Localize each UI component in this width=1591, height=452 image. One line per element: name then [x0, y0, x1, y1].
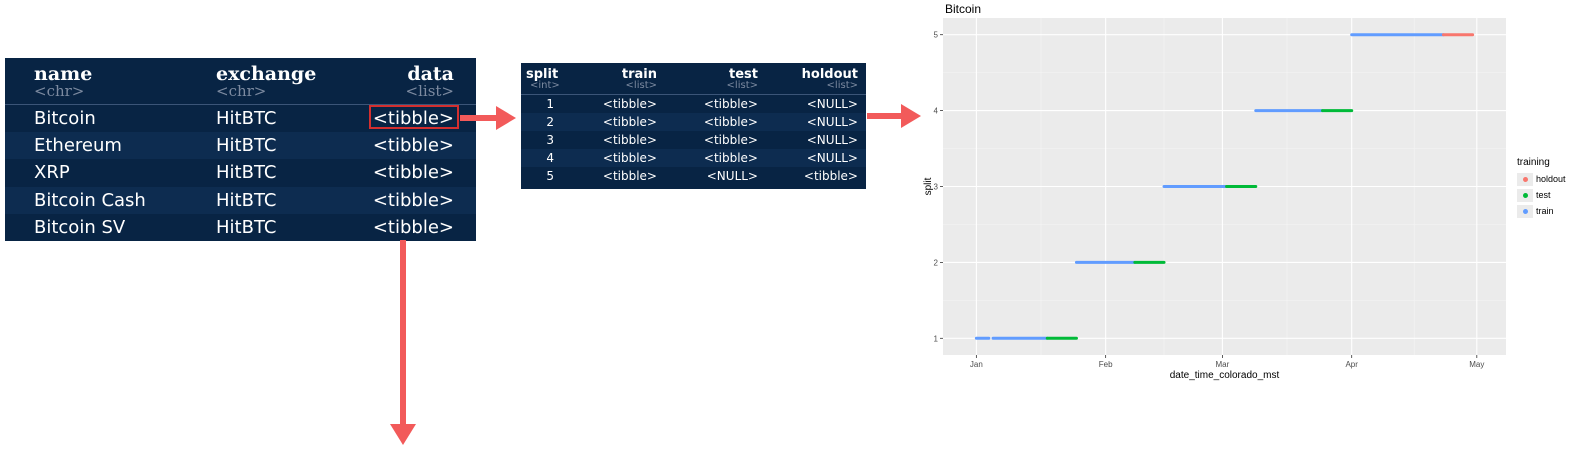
y-tick-label: 2	[934, 258, 939, 267]
table-row: 4 <tibble> <tibble> <NULL>	[521, 149, 866, 167]
col-type-exchange: <chr>	[216, 82, 267, 100]
y-tick-label: 1	[934, 334, 939, 343]
cell-test: <tibble>	[703, 115, 758, 129]
cell-train: <tibble>	[602, 133, 657, 147]
legend-key-test	[1517, 189, 1533, 202]
col-type-train: <list>	[625, 80, 657, 91]
cell-name: Bitcoin SV	[34, 217, 126, 238]
legend-swatch-train	[1523, 209, 1528, 214]
legend-swatch-holdout	[1523, 177, 1528, 182]
cell-train: <tibble>	[602, 151, 657, 165]
cell-holdout: <NULL>	[806, 151, 858, 165]
splits-table: split <int> train <list> test <list> hol…	[521, 63, 866, 189]
table-row: 2 <tibble> <tibble> <NULL>	[521, 113, 866, 131]
cell-data: <tibble>	[372, 190, 454, 211]
legend-label-test: test	[1536, 190, 1551, 200]
cell-split: 3	[546, 133, 554, 147]
cell-exchange: HitBTC	[216, 162, 277, 183]
x-tick-label: Jan	[970, 360, 983, 369]
cell-test: <tibble>	[703, 133, 758, 147]
y-tick-label: 3	[934, 183, 939, 192]
cell-split: 2	[546, 115, 554, 129]
highlight-box	[369, 105, 459, 129]
cell-test: <NULL>	[706, 169, 758, 183]
x-axis-label: date_time_colorado_mst	[1170, 370, 1280, 381]
table-row: 1 <tibble> <tibble> <NULL>	[521, 95, 866, 113]
col-type-name: <chr>	[34, 82, 85, 100]
legend-key-train	[1517, 205, 1533, 218]
y-tick-label: 5	[934, 31, 939, 40]
cell-data: <tibble>	[372, 217, 454, 238]
table-row: 3 <tibble> <tibble> <NULL>	[521, 131, 866, 149]
cell-split: 1	[546, 97, 554, 111]
col-type-test: <list>	[726, 80, 758, 91]
legend-swatch-test	[1523, 193, 1528, 198]
y-tick-label: 4	[934, 107, 939, 116]
cell-exchange: HitBTC	[216, 108, 277, 129]
cell-name: Bitcoin Cash	[34, 190, 146, 211]
cell-holdout: <NULL>	[806, 115, 858, 129]
cell-exchange: HitBTC	[216, 135, 277, 156]
legend-key-holdout	[1517, 173, 1533, 186]
legend-label-train: train	[1536, 206, 1554, 216]
cell-name: Bitcoin	[34, 108, 96, 129]
arrow-down-icon	[390, 240, 416, 445]
table-row: Bitcoin SV HitBTC <tibble>	[5, 214, 476, 241]
cell-train: <tibble>	[602, 169, 657, 183]
legend-title: training	[1517, 157, 1550, 168]
arrow-right-icon	[460, 106, 516, 130]
cell-split: 5	[546, 169, 554, 183]
x-tick-label: Mar	[1216, 360, 1230, 369]
cell-data: <tibble>	[372, 135, 454, 156]
table-row: Ethereum HitBTC <tibble>	[5, 132, 476, 159]
cell-name: Ethereum	[34, 135, 122, 156]
x-tick-label: Feb	[1099, 360, 1113, 369]
cell-holdout: <NULL>	[806, 97, 858, 111]
cell-holdout: <NULL>	[806, 133, 858, 147]
cell-train: <tibble>	[602, 97, 657, 111]
cell-train: <tibble>	[602, 115, 657, 129]
table-row: 5 <tibble> <NULL> <tibble>	[521, 167, 866, 185]
table-row: XRP HitBTC <tibble>	[5, 159, 476, 186]
col-type-split: <int>	[530, 80, 560, 91]
col-type-data: <list>	[405, 82, 454, 100]
split-timeline-chart: Jan Feb Mar Apr May 1 2 3 4 5 date_time_colorado_m…	[923, 18, 1506, 381]
legend-label-holdout: holdout	[1536, 174, 1566, 184]
y-axis-label: split	[923, 177, 934, 195]
cell-test: <tibble>	[703, 97, 758, 111]
x-tick-label: May	[1469, 360, 1484, 369]
cell-holdout: <tibble>	[803, 169, 858, 183]
table-row: Bitcoin Cash HitBTC <tibble>	[5, 187, 476, 214]
cell-exchange: HitBTC	[216, 217, 277, 238]
cell-test: <tibble>	[703, 151, 758, 165]
cell-exchange: HitBTC	[216, 190, 277, 211]
cell-data: <tibble>	[372, 162, 454, 183]
coins-table: name <chr> exchange <chr> data <list> Bi…	[5, 58, 476, 241]
cell-split: 4	[546, 151, 554, 165]
col-type-holdout: <list>	[826, 80, 858, 91]
x-tick-label: Apr	[1345, 360, 1358, 369]
cell-name: XRP	[34, 162, 70, 183]
